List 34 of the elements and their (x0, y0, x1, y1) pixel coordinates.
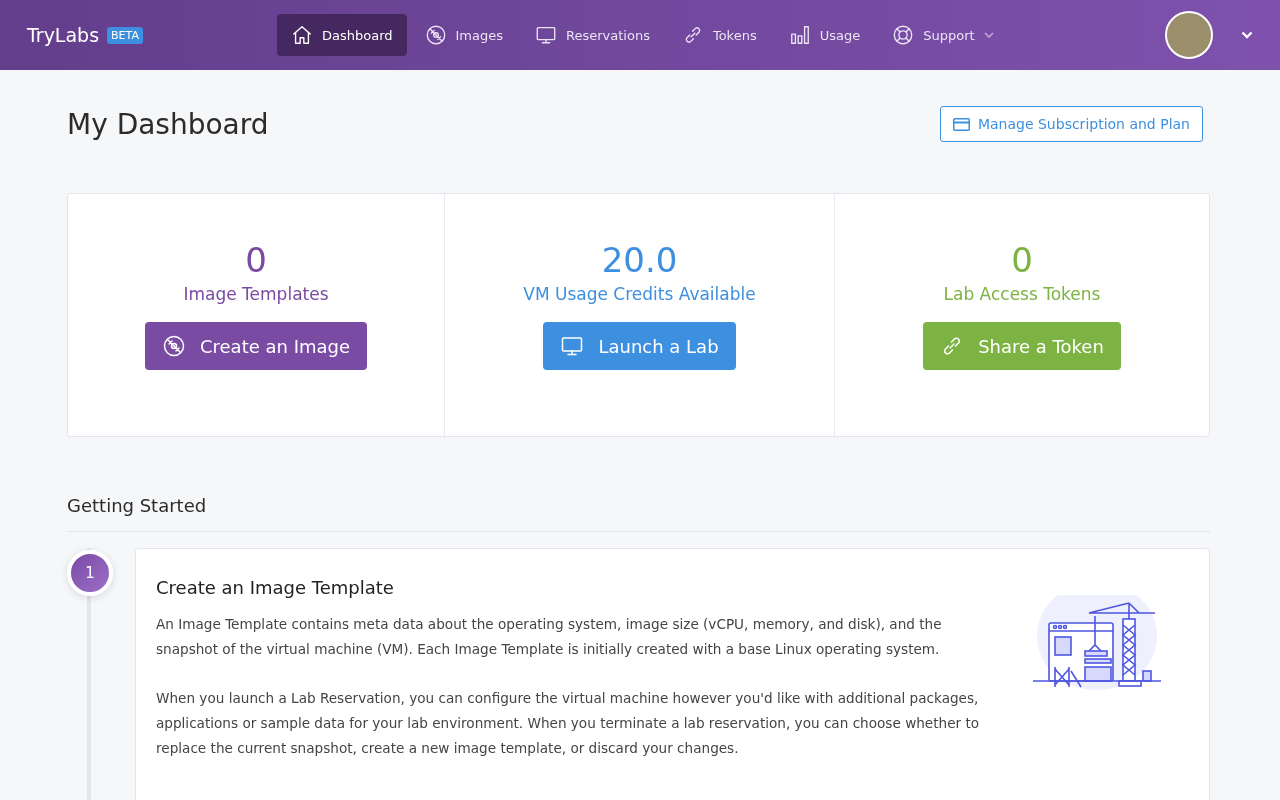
stat-action-button[interactable]: Launch a Lab (543, 322, 736, 370)
disc-icon (161, 334, 186, 358)
monitor-icon (560, 334, 585, 358)
step-title: Create an Image Template (156, 577, 395, 598)
stat-label: Image Templates (183, 284, 329, 304)
nav-tab[interactable]: Usage (774, 14, 875, 56)
stat-label: Lab Access Tokens (943, 284, 1101, 304)
chevron-down-icon[interactable] (1241, 31, 1253, 39)
nav-tab[interactable]: Reservations (521, 14, 664, 56)
nav-tab[interactable]: Support (878, 14, 1008, 56)
stat-value: 0 (1011, 240, 1033, 280)
step-number: 1 (67, 550, 113, 596)
lifebuoy-icon (892, 24, 915, 46)
manage-subscription-button[interactable]: Manage Subscription and Plan (939, 106, 1203, 142)
caret-icon (983, 32, 994, 38)
credit-card-icon (952, 117, 970, 131)
step-description: An Image Template contains meta data about the operating system, image size (vCPU, memory, and disk), and the snapshot of the virtual machine (VM). Each Image Template is initially created with a base Linux operating system. (156, 615, 943, 659)
nav-tab[interactable]: Images (410, 14, 518, 56)
home-icon (291, 24, 313, 46)
bars-icon (788, 24, 811, 46)
nav-tab[interactable]: Dashboard (277, 14, 407, 56)
disc-icon (424, 24, 447, 46)
monitor-icon (535, 24, 558, 46)
beta-badge: BETA (107, 26, 143, 44)
stat-label: VM Usage Credits Available (523, 284, 756, 304)
step-description: When you launch a Lab Reservation, you can configure the virtual machine however you'd like with additional packages, applications or sample data for your lab environment. When you terminate a lab reservation, you can choose whether to replace the current snapshot, create a new image template, or discard your changes. (156, 689, 981, 758)
stat-action-button[interactable]: Create an Image (144, 322, 368, 370)
page-title: My Dashboard (67, 107, 269, 141)
avatar[interactable] (1165, 11, 1213, 59)
section-title: Getting Started (67, 495, 1210, 532)
nav-tab[interactable]: Tokens (667, 14, 771, 56)
brand-name[interactable]: TryLabs (27, 24, 100, 46)
stat-value: 0 (245, 240, 267, 280)
stat-value: 20.0 (601, 240, 678, 280)
